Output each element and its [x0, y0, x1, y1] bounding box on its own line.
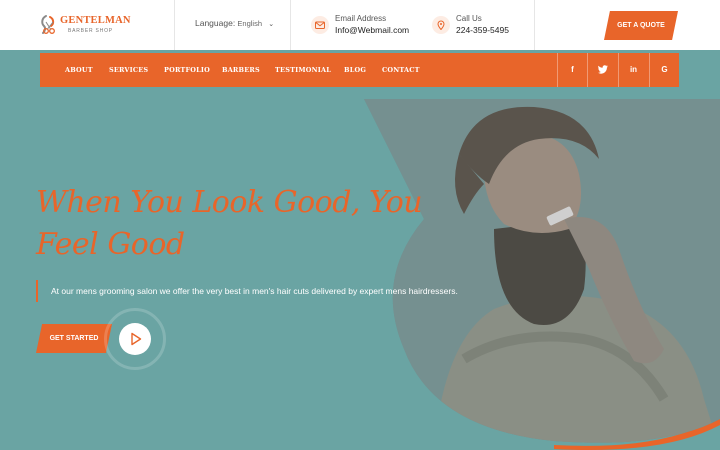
brand-name: GENTELMAN — [60, 15, 131, 26]
play-icon — [131, 332, 142, 346]
hero-headline-line-1: When You Look Good, You — [36, 185, 423, 220]
phone-value[interactable]: 224-359-5495 — [456, 25, 509, 35]
hero-tagline: At our mens grooming salon we offer the … — [36, 280, 458, 302]
linkedin-icon[interactable]: in — [618, 53, 648, 87]
nav-item-barbers[interactable]: BARBERS — [222, 66, 260, 74]
nav-item-blog[interactable]: BLOG — [344, 66, 366, 74]
get-quote-button[interactable]: GET A QUOTE — [604, 11, 678, 40]
hero-headline-line-2: Feel Good — [36, 227, 185, 262]
header-divider — [534, 0, 535, 50]
play-video-button[interactable] — [119, 323, 151, 355]
hero-image — [364, 99, 720, 450]
google-icon[interactable]: G — [649, 53, 679, 87]
brand-tagline: BARBER SHOP — [68, 28, 113, 34]
barber-logo-icon — [41, 15, 55, 34]
chevron-down-icon: ⌄ — [268, 21, 275, 28]
brand-logo[interactable]: GENTELMAN BARBER SHOP — [40, 12, 130, 38]
main-nav: ABOUT SERVICES PORTFOLIO BARBERS TESTIMO… — [40, 53, 679, 87]
facebook-icon[interactable]: f — [557, 53, 587, 87]
mail-icon — [311, 16, 329, 34]
nav-item-testimonial[interactable]: TESTIMONIAL — [275, 66, 331, 74]
nav-item-contact[interactable]: CONTACT — [382, 66, 420, 74]
language-value: English — [237, 19, 263, 28]
phone-label: Call Us — [456, 14, 482, 23]
location-pin-icon — [432, 16, 450, 34]
bearded-man-illustration — [364, 99, 720, 450]
nav-item-portfolio[interactable]: PORTFOLIO — [164, 66, 210, 74]
language-label: Language: — [195, 18, 236, 28]
header-divider — [290, 0, 291, 50]
hero-headline: When You Look Good, You Feel Good — [36, 182, 456, 266]
nav-item-about[interactable]: ABOUT — [65, 66, 93, 74]
email-value[interactable]: Info@Webmail.com — [335, 25, 409, 35]
twitter-icon[interactable] — [587, 53, 617, 87]
nav-item-services[interactable]: SERVICES — [109, 66, 148, 74]
language-selector[interactable]: Language: English ⌄ — [195, 18, 274, 28]
top-header: GENTELMAN BARBER SHOP Language: English … — [0, 0, 720, 50]
header-divider — [174, 0, 175, 50]
get-started-button[interactable]: GET STARTED — [36, 324, 112, 353]
email-label: Email Address — [335, 14, 387, 23]
